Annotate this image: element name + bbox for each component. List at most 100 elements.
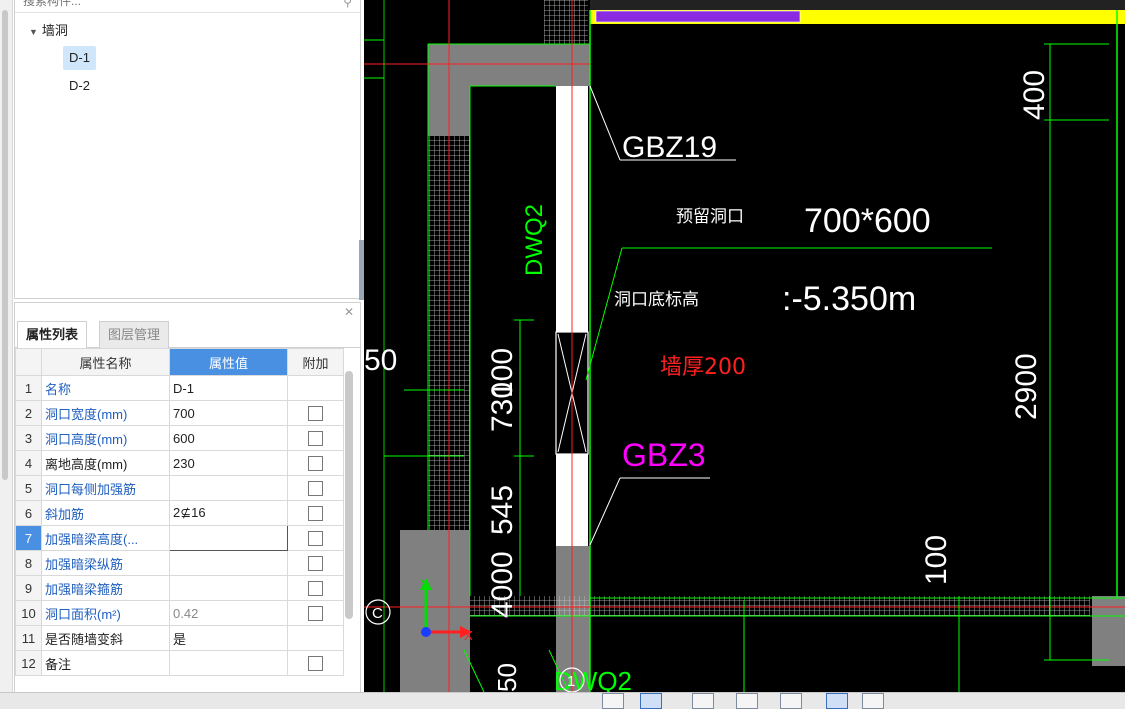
extra-checkbox[interactable] xyxy=(308,656,323,672)
property-name: 洞口高度(mm) xyxy=(41,425,170,451)
row-index: 6 xyxy=(15,500,42,526)
label-gbz3: GBZ3 xyxy=(622,437,706,473)
label-elevation-value: :-5.350m xyxy=(782,280,916,318)
extra-checkbox[interactable] xyxy=(308,481,323,497)
status-toggle-button[interactable] xyxy=(862,693,884,709)
extra-checkbox[interactable] xyxy=(308,431,323,447)
table-row[interactable]: 8 加强暗梁纵筋 xyxy=(15,550,344,576)
dim-100-right: 100 xyxy=(920,535,953,585)
dim-545: 545 xyxy=(486,485,519,535)
property-value[interactable] xyxy=(169,650,288,676)
cad-drawing-canvas[interactable]: GBZ19 预留洞口 700*600 洞口底标高 :-5.350m 墙厚200 … xyxy=(364,0,1125,692)
property-value[interactable]: D-1 xyxy=(169,375,288,401)
search-input[interactable] xyxy=(21,0,325,9)
table-row[interactable]: 12 备注 xyxy=(15,650,344,676)
ucs-origin xyxy=(421,627,431,637)
status-toggle-button[interactable] xyxy=(640,693,662,709)
row-index: 5 xyxy=(15,475,42,501)
row-index: 3 xyxy=(15,425,42,451)
extra-checkbox[interactable] xyxy=(308,531,323,547)
row-index: 8 xyxy=(15,550,42,576)
property-name: 加强暗梁高度(... xyxy=(41,525,170,551)
component-tree: ▼ 墙洞 D-1 D-2 xyxy=(29,20,96,98)
property-name: 加强暗梁纵筋 xyxy=(41,550,170,576)
row-index: 12 xyxy=(15,650,42,676)
status-toggle-button[interactable] xyxy=(826,693,848,709)
table-row[interactable]: 11 是否随墙变斜是 xyxy=(15,625,344,651)
status-toggle-button[interactable] xyxy=(602,693,624,709)
tree-node-wall-opening[interactable]: ▼ 墙洞 xyxy=(29,20,68,42)
left-scroll-strip[interactable] xyxy=(0,0,13,692)
header-value: 属性值 xyxy=(169,348,288,376)
dim-400: 400 xyxy=(1018,70,1051,120)
extra-checkbox[interactable] xyxy=(308,406,323,422)
dim-4000: 4000 xyxy=(486,551,519,618)
table-row[interactable]: 3 洞口高度(mm) 600 xyxy=(15,425,344,451)
status-toggle-button[interactable] xyxy=(692,693,714,709)
table-row[interactable]: 2 洞口宽度(mm) 700 xyxy=(15,400,344,426)
property-value[interactable]: 0.42 xyxy=(169,600,288,626)
extra-checkbox[interactable] xyxy=(308,581,323,597)
label-reserved-opening: 预留洞口 xyxy=(676,207,744,227)
property-panel: ✕ 属性列表 图层管理 属性名称 属性值 附加 1 名称 D-1 2 洞口宽度(mm)… xyxy=(14,302,361,694)
component-tree-panel: ⚲ ▼墙洞 D-1 D-2 xyxy=(14,0,361,299)
cad-drawing[interactable]: GBZ19 预留洞口 700*600 洞口底标高 :-5.350m 墙厚200 … xyxy=(364,0,1125,692)
table-row[interactable]: 9 加强暗梁箍筋 xyxy=(15,575,344,601)
property-value[interactable]: 2⊈16 xyxy=(169,500,288,526)
status-toggle-button[interactable] xyxy=(780,693,802,709)
property-scrollbar[interactable] xyxy=(345,371,353,619)
property-value[interactable]: 700 xyxy=(169,400,288,426)
expand-arrow-icon[interactable]: ▼ xyxy=(29,21,38,43)
property-value[interactable] xyxy=(169,550,288,576)
tree-node-label: 墙洞 xyxy=(41,23,68,38)
room-area xyxy=(590,44,1125,599)
property-value[interactable]: 600 xyxy=(169,425,288,451)
status-toggle-button[interactable] xyxy=(736,693,758,709)
search-box[interactable]: ⚲ xyxy=(15,0,360,13)
table-row[interactable]: 5 洞口每侧加强筋 xyxy=(15,475,344,501)
extra-checkbox[interactable] xyxy=(308,556,323,572)
table-row[interactable]: 4 离地高度(mm) 230 xyxy=(15,450,344,476)
close-icon[interactable]: ✕ xyxy=(344,305,354,319)
property-value-editor[interactable] xyxy=(169,525,288,551)
header-index xyxy=(15,348,42,376)
label-bottom-elevation: 洞口底标高 xyxy=(614,290,699,310)
status-bar xyxy=(0,692,1125,709)
purple-beam xyxy=(595,10,801,23)
property-value[interactable]: 230 xyxy=(169,450,288,476)
tab-property-list[interactable]: 属性列表 xyxy=(17,321,88,348)
row-index: 4 xyxy=(15,450,42,476)
label-gbz19: GBZ19 xyxy=(622,131,717,164)
tree-item-d2[interactable]: D-2 xyxy=(63,74,96,98)
property-value[interactable]: 是 xyxy=(169,625,288,651)
tab-layer-management[interactable]: 图层管理 xyxy=(99,321,170,348)
table-row[interactable]: 10 洞口面积(m²) 0.42 xyxy=(15,600,344,626)
table-row[interactable]: 1 名称 D-1 xyxy=(15,375,344,401)
ucs-label-x: X xyxy=(464,628,473,643)
beam-strip xyxy=(590,0,1125,10)
property-name: 是否随墙变斜 xyxy=(41,625,170,651)
tree-item-d1[interactable]: D-1 xyxy=(63,46,96,70)
property-value[interactable] xyxy=(169,575,288,601)
rebar-mesh xyxy=(544,0,588,44)
left-scroll-thumb[interactable] xyxy=(2,10,8,480)
property-value[interactable] xyxy=(169,475,288,501)
row-index: 1 xyxy=(15,375,42,401)
extra-checkbox[interactable] xyxy=(308,606,323,622)
dim-730: 730 xyxy=(486,382,519,432)
row-index: 7 xyxy=(15,525,42,551)
dim-50-left: 50 xyxy=(364,344,397,377)
extra-checkbox[interactable] xyxy=(308,506,323,522)
axis-label-c: C xyxy=(372,605,383,622)
extra-checkbox[interactable] xyxy=(308,456,323,472)
concrete-column xyxy=(400,530,470,692)
tab-bar: 属性列表 图层管理 xyxy=(15,321,360,348)
property-name: 加强暗梁箍筋 xyxy=(41,575,170,601)
row-index: 11 xyxy=(15,625,42,651)
table-row[interactable]: 7 加强暗梁高度(... xyxy=(15,525,344,551)
label-opening-size: 700*600 xyxy=(804,202,931,240)
search-icon[interactable]: ⚲ xyxy=(343,0,352,9)
table-row[interactable]: 6 斜加筋 2⊈16 xyxy=(15,500,344,526)
property-name: 洞口面积(m²) xyxy=(41,600,170,626)
property-header-row: 属性名称 属性值 附加 xyxy=(15,348,344,376)
